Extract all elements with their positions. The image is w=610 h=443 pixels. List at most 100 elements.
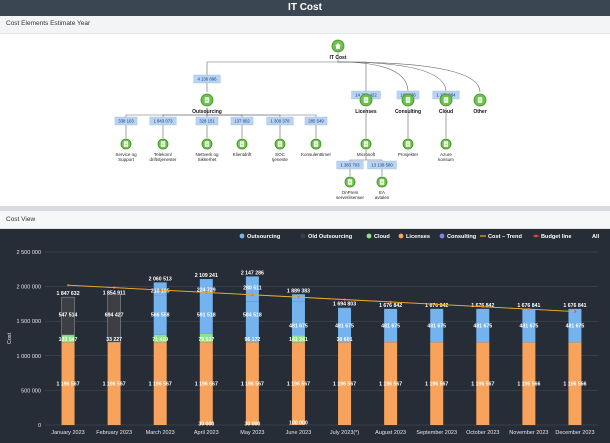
data-label-licenses: 1 196 567 <box>333 382 356 388</box>
document-icon <box>313 141 319 147</box>
tree-leaf-microsoft[interactable] <box>360 138 372 150</box>
tree-node-label-0: Outsourcing <box>192 109 222 115</box>
tree-node-label-2: Consulting <box>395 109 421 115</box>
x-tick-label: May 2023 <box>240 430 264 436</box>
data-label-licenses: 1 196 567 <box>379 382 402 388</box>
tree-leaf-value-1: 1 843 073 <box>153 119 173 124</box>
data-label-cloud: 33 227 <box>106 337 122 343</box>
x-tick-label: November 2023 <box>509 430 548 436</box>
page-title: IT Cost <box>0 0 610 16</box>
tree-ms-leaf-1[interactable] <box>376 176 388 188</box>
legend-swatch[interactable] <box>439 233 445 239</box>
data-label-licenses: 1 196 567 <box>241 382 264 388</box>
document-icon <box>277 141 283 147</box>
data-label-licenses: 1 196 566 <box>563 382 586 388</box>
legend-label[interactable]: Consulting <box>447 234 477 240</box>
legend-label[interactable]: Outsourcing <box>247 234 281 240</box>
data-label-extra: 100 000 <box>289 421 308 427</box>
legend-swatch[interactable] <box>300 233 306 239</box>
legend-label[interactable]: All <box>592 234 600 240</box>
tree-node-root-label: IT Cost <box>330 55 347 61</box>
legend-label[interactable]: Budget line <box>541 234 571 240</box>
tree-connector <box>206 61 338 92</box>
legend-item-cloud[interactable]: Cloud <box>366 233 391 240</box>
tree-leaf-label-prosjekter: Prosjekter <box>398 152 419 157</box>
tree-ms-leaf-0[interactable] <box>344 176 356 188</box>
tree-ms-value-0: 1 383 703 <box>340 163 360 168</box>
legend-item-all[interactable]: All <box>592 234 600 240</box>
x-tick-label: June 2023 <box>286 430 312 436</box>
tree-connector <box>337 61 481 93</box>
data-label-total: 1 889 383 <box>287 288 310 294</box>
tree-leaf-2[interactable] <box>201 138 213 150</box>
data-label-outsourcing: 481 675 <box>566 323 585 329</box>
document-icon <box>347 179 353 185</box>
legend-item-old-outsourcing[interactable]: Old Outsourcing <box>300 233 353 240</box>
tree-node-label-4-line: Other <box>473 109 486 115</box>
data-label-cloud: 71 419 <box>152 337 168 343</box>
legend-swatch[interactable] <box>398 233 404 239</box>
document-icon <box>405 97 411 103</box>
data-label-total: 1 676 842 <box>379 303 402 309</box>
tree-ms-value-1: 13 138 580 <box>371 163 393 168</box>
tree-leaf-4[interactable] <box>274 138 286 150</box>
tree-leaf-5[interactable] <box>310 138 322 150</box>
legend-item-budget-line[interactable]: Budget line <box>533 234 571 240</box>
tree-node-outsourcing[interactable] <box>200 93 214 107</box>
legend-swatch[interactable] <box>239 233 245 239</box>
tree-leaf-prosjekter[interactable] <box>402 138 414 150</box>
tree-connector <box>206 108 317 138</box>
legend-swatch[interactable] <box>366 233 372 239</box>
y-axis-title: Cost <box>7 332 13 344</box>
tree-node-other[interactable] <box>473 93 487 107</box>
tree-connectors <box>125 53 481 176</box>
tree-leaf-0[interactable] <box>120 138 132 150</box>
tree-node-licenses[interactable] <box>359 93 373 107</box>
y-tick-label: 500 000 <box>21 388 41 394</box>
document-icon <box>379 179 385 185</box>
x-tick-label: July 2023(*) <box>330 430 360 436</box>
tree-leaf-azure[interactable] <box>440 138 452 150</box>
data-label-total: 1 854 911 <box>103 291 126 297</box>
document-icon <box>443 97 449 103</box>
tree-leaf-label-3: Klientdrift <box>233 152 253 157</box>
tree-leaf-value-2: 328 151 <box>199 119 215 124</box>
data-label-licenses: 1 196 567 <box>287 382 310 388</box>
tree-leaf-label-0: Service og Support <box>115 152 137 162</box>
bar-segment-outsourcing[interactable] <box>291 301 305 336</box>
tree-node-cloud[interactable] <box>439 93 453 107</box>
tree-leaf-1[interactable] <box>157 138 169 150</box>
cost-view-chart-area: Outsourcing Old Outsourcing Cloud Licenses C… <box>0 229 610 443</box>
legend-label[interactable]: Licenses <box>406 234 430 240</box>
tree-leaf-label-5: Konsulenttimer <box>301 152 332 157</box>
bar-segment-remainder[interactable] <box>338 307 352 309</box>
data-label-licenses: 1 196 566 <box>517 382 540 388</box>
y-tick-label: 2 500 000 <box>17 250 41 256</box>
data-label-licenses: 1 196 567 <box>425 382 448 388</box>
document-icon <box>363 141 369 147</box>
legend-marker[interactable] <box>534 234 538 238</box>
legend-label[interactable]: Old Outsourcing <box>308 234 353 240</box>
legend-item-cost-trend[interactable]: Cost – Trend <box>480 234 522 240</box>
legend-label[interactable]: Cloud <box>374 234 390 240</box>
tree-leaf-value-4: 1 300 378 <box>270 119 290 124</box>
tree-node-root-label-line: IT Cost <box>330 55 347 61</box>
legend-item-outsourcing[interactable]: Outsourcing <box>239 233 281 240</box>
tree-leaf-label-prosjekter-line: Prosjekter <box>398 152 419 157</box>
legend-item-licenses[interactable]: Licenses <box>398 233 430 240</box>
tree-node-root[interactable] <box>331 39 345 53</box>
tree-node-consulting[interactable] <box>401 93 415 107</box>
data-label-total: 2 109 241 <box>195 273 218 279</box>
data-label-licenses: 1 196 567 <box>471 382 494 388</box>
data-label-licenses: 1 196 567 <box>103 382 126 388</box>
tree-leaf-label-microsoft: Microsoft <box>357 152 376 157</box>
tree-leaf-3[interactable] <box>236 138 248 150</box>
tree-ms-label-1-line: avtalen <box>375 195 390 200</box>
cost-trend-line[interactable] <box>68 284 575 312</box>
legend-label[interactable]: Cost – Trend <box>488 234 522 240</box>
tree-node-label-4: Other <box>473 109 486 115</box>
legend-item-consulting[interactable]: Consulting <box>439 233 477 240</box>
tree-leaf-label-2-line: Sikkerhet <box>198 157 218 162</box>
tree-leaf-label-azure: Azure konsum <box>438 152 454 162</box>
app-root: IT Cost Cost Elements Estimate Year IT C… <box>0 0 610 443</box>
